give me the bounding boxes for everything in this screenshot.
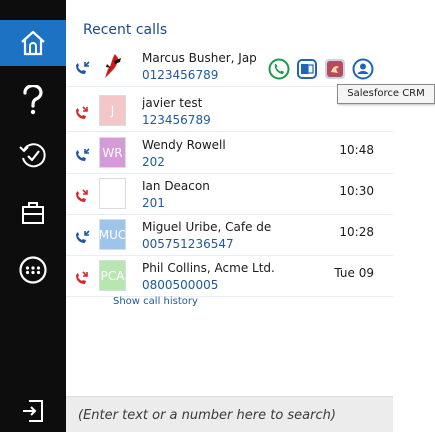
missed-call-icon xyxy=(74,270,90,284)
contact-icon xyxy=(352,58,374,80)
outlook-button[interactable] xyxy=(296,58,318,80)
call-time: Tue 09 xyxy=(334,266,374,280)
call-history-nav-button[interactable] xyxy=(0,134,66,176)
contact-avatar xyxy=(99,50,126,81)
contact-avatar: MUC xyxy=(99,219,126,250)
avatar-initials: PCA xyxy=(100,268,125,283)
avatar-initials: WR xyxy=(102,145,123,160)
contact-name: Phil Collins, Acme Ltd. xyxy=(142,261,275,275)
briefcase-nav-button[interactable] xyxy=(0,192,66,234)
incoming-call-icon xyxy=(74,147,90,161)
call-time: 10:30 xyxy=(339,184,374,198)
contact-avatar xyxy=(99,178,126,209)
recent-calls-heading: Recent calls xyxy=(83,22,168,38)
call-time: 10:48 xyxy=(339,143,374,157)
avatar-initials: MUC xyxy=(99,227,126,242)
contact-name: Ian Deacon xyxy=(142,179,210,193)
dialpad-icon xyxy=(19,256,47,284)
help-nav-button[interactable] xyxy=(0,80,66,120)
company-logo-icon xyxy=(104,53,121,78)
logout-nav-button[interactable] xyxy=(0,390,66,432)
contact-name: javier test xyxy=(142,96,203,110)
row-divider xyxy=(66,131,393,132)
home-nav-button[interactable] xyxy=(0,20,66,66)
dialpad-nav-button[interactable] xyxy=(0,248,66,292)
contact-number[interactable]: 123456789 xyxy=(142,113,211,127)
phone-button[interactable] xyxy=(268,58,290,80)
history-icon xyxy=(19,143,46,168)
salesforce-button[interactable] xyxy=(324,58,346,80)
phone-icon xyxy=(268,58,290,80)
avatar-initials: J xyxy=(110,103,115,118)
call-time: 10:28 xyxy=(339,225,374,239)
missed-call-icon xyxy=(74,188,90,202)
contact-number[interactable]: 005751236547 xyxy=(142,237,234,251)
salesforce-tooltip: Salesforce CRM xyxy=(337,84,435,104)
contact-number[interactable]: 0800500005 xyxy=(142,278,218,292)
outlook-icon xyxy=(297,59,317,79)
call-row[interactable]: MUC Miguel Uribe, Cafe de 005751236547 10:2… xyxy=(66,215,393,256)
contact-avatar: WR xyxy=(99,137,126,168)
help-icon xyxy=(23,85,43,115)
call-row[interactable]: PCA Phil Collins, Acme Ltd. 0800500005 Tue … xyxy=(66,256,393,297)
window-background xyxy=(393,0,435,432)
call-row[interactable]: WR Wendy Rowell 202 10:48 xyxy=(66,133,393,174)
row-actions xyxy=(268,57,374,81)
contact-number[interactable]: 202 xyxy=(142,155,165,169)
missed-call-icon xyxy=(74,105,90,119)
contact-avatar: PCA xyxy=(99,260,126,291)
sidebar xyxy=(0,0,66,432)
contact-number[interactable]: 0123456789 xyxy=(142,68,218,82)
call-row[interactable]: Ian Deacon 201 10:30 xyxy=(66,174,393,215)
call-row[interactable]: Marcus Busher, Jap 0123456789 xyxy=(66,46,393,87)
incoming-call-icon xyxy=(74,60,90,74)
main-panel: Recent calls Marcus Busher, Jap 012345678… xyxy=(66,0,393,432)
home-icon xyxy=(21,30,45,56)
briefcase-icon xyxy=(22,202,44,224)
logout-icon xyxy=(23,400,43,422)
salesforce-icon xyxy=(325,59,345,79)
contact-button[interactable] xyxy=(352,58,374,80)
search-bar xyxy=(66,396,393,432)
contact-name: Wendy Rowell xyxy=(142,138,226,152)
contact-avatar: J xyxy=(99,95,126,126)
search-input[interactable] xyxy=(78,404,383,426)
show-call-history-link[interactable]: Show call history xyxy=(113,296,198,307)
contact-name: Marcus Busher, Jap xyxy=(142,51,257,65)
contact-name: Miguel Uribe, Cafe de xyxy=(142,220,272,234)
incoming-call-icon xyxy=(74,229,90,243)
contact-number[interactable]: 201 xyxy=(142,196,165,210)
